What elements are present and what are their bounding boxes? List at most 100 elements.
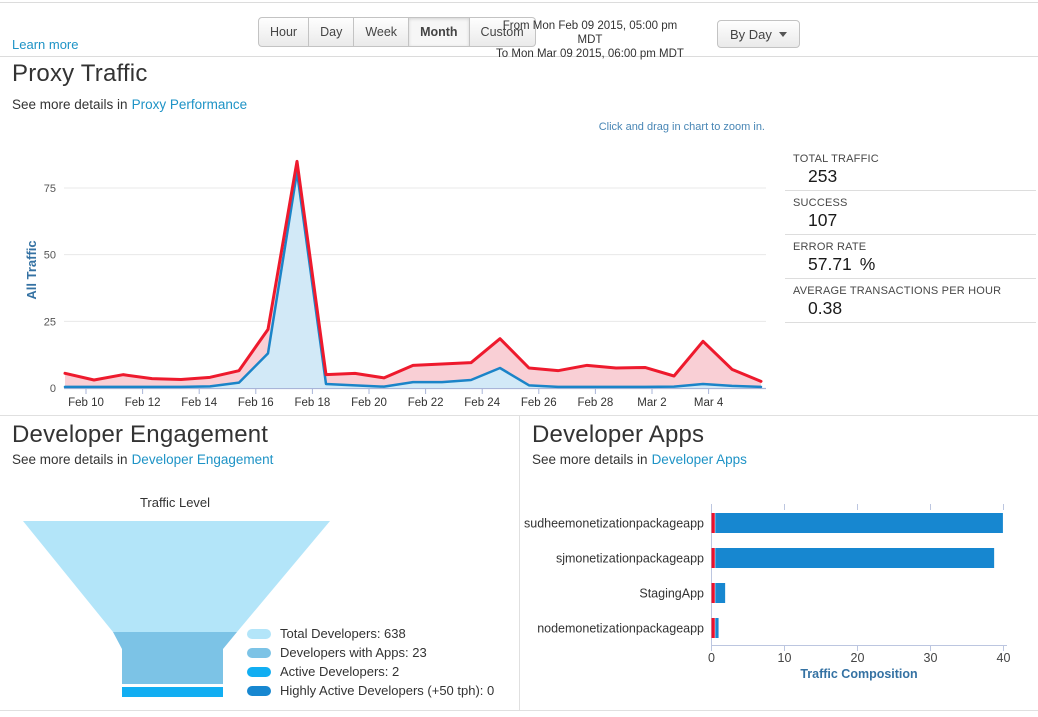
range-button-day[interactable]: Day — [309, 17, 354, 47]
stat-value: 107 — [785, 209, 1036, 235]
date-range-to: To Mon Mar 09 2015, 06:00 pm MDT — [494, 47, 686, 61]
bar-error-segment — [712, 513, 715, 533]
proxy-traffic-chart-svg: 0 25 50 75 Feb 10 Feb 12 Feb 14 Feb 16 Feb 18 Feb… — [0, 140, 775, 412]
bar-success-segment — [715, 513, 1003, 533]
bar-success-segment — [715, 548, 994, 568]
x-tick-label: Mar 4 — [694, 397, 724, 409]
stat-value: 253 — [785, 165, 1036, 191]
x-tick-label: Mar 2 — [637, 397, 666, 409]
date-range: From Mon Feb 09 2015, 05:00 pm MDT To Mo… — [494, 19, 686, 61]
funnel-title: Traffic Level — [0, 495, 350, 510]
stat-row: TOTAL TRAFFIC253 — [785, 153, 1036, 191]
stat-label: SUCCESS — [785, 197, 1036, 209]
stat-value: 57.71% — [785, 253, 1036, 279]
bar-error-segment — [712, 583, 715, 603]
date-range-from: From Mon Feb 09 2015, 05:00 pm MDT — [494, 19, 686, 47]
funnel-stage-active-developers — [122, 687, 223, 697]
legend-swatch — [247, 629, 271, 639]
x-tick-label: Feb 10 — [68, 397, 104, 409]
analytics-dashboard: Learn more HourDayWeekMonthCustom From M… — [0, 0, 1038, 717]
developer-apps-subtitle: See more details in Developer Apps — [532, 452, 747, 467]
stat-value-number: 57.71 — [808, 254, 852, 274]
bar-x-tick-label: 40 — [997, 651, 1011, 665]
x-tick-label: Feb 26 — [521, 397, 557, 409]
bar-error-segment — [712, 548, 715, 568]
stat-label: TOTAL TRAFFIC — [785, 153, 1036, 165]
y-axis-title: All Traffic — [24, 240, 39, 299]
x-tick-label: Feb 14 — [181, 397, 217, 409]
interval-dropdown-button[interactable]: By Day — [717, 20, 800, 48]
legend-label: Highly Active Developers (+50 tph): 0 — [280, 683, 494, 698]
stat-row: ERROR RATE57.71% — [785, 241, 1036, 279]
developer-apps-title: Developer Apps — [532, 421, 704, 449]
bottom-divider — [0, 710, 1038, 711]
chevron-down-icon — [779, 32, 787, 37]
learn-more-link[interactable]: Learn more — [12, 37, 78, 52]
x-tick-label: Feb 24 — [464, 397, 500, 409]
legend-item: Active Developers: 2 — [247, 662, 494, 681]
stat-value-number: 107 — [808, 210, 837, 230]
bar-error-segment — [712, 618, 715, 638]
legend-item: Total Developers: 638 — [247, 624, 494, 643]
proxy-performance-link[interactable]: Proxy Performance — [132, 97, 248, 112]
stat-label: ERROR RATE — [785, 241, 1036, 253]
bar-category-label: StagingApp — [639, 587, 704, 601]
stat-value-number: 0.38 — [808, 298, 842, 318]
chart-zoom-hint: Click and drag in chart to zoom in. — [590, 121, 765, 133]
x-tick-label: Feb 18 — [294, 397, 330, 409]
range-button-hour[interactable]: Hour — [258, 17, 309, 47]
developer-engagement-link[interactable]: Developer Engagement — [132, 452, 274, 467]
legend-label: Total Developers: 638 — [280, 626, 406, 641]
y-tick-label: 0 — [50, 383, 56, 395]
x-tick-label: Feb 20 — [351, 397, 387, 409]
legend-swatch — [247, 667, 271, 677]
traffic-stats-panel: TOTAL TRAFFIC253 SUCCESS107 ERROR RATE57.7… — [785, 153, 1036, 329]
y-tick-label: 25 — [44, 316, 56, 328]
legend-label: Active Developers: 2 — [280, 664, 399, 679]
stat-row: SUCCESS107 — [785, 197, 1036, 235]
legend-item: Developers with Apps: 23 — [247, 643, 494, 662]
bar-category-label: nodemonetizationpackageapp — [537, 622, 704, 636]
bar-category-label: sjmonetizationpackageapp — [556, 552, 704, 566]
range-button-month[interactable]: Month — [409, 17, 469, 47]
x-tick-label: Feb 28 — [577, 397, 613, 409]
bar-x-tick-label: 0 — [708, 651, 715, 665]
proxy-traffic-subtitle: See more details in Proxy Performance — [12, 97, 247, 112]
y-tick-label: 50 — [44, 250, 56, 262]
stat-value: 0.38 — [785, 297, 1036, 323]
bar-x-tick-label: 10 — [778, 651, 792, 665]
bar-x-tick-label: 30 — [924, 651, 938, 665]
legend-label: Developers with Apps: 23 — [280, 645, 427, 660]
x-tick-label: Feb 12 — [125, 397, 161, 409]
stat-label: AVERAGE TRANSACTIONS PER HOUR — [785, 285, 1036, 297]
success-area — [65, 172, 761, 388]
success-line — [65, 172, 761, 387]
subtitle-prefix: See more details in — [532, 452, 648, 467]
developer-engagement-title: Developer Engagement — [12, 421, 268, 449]
all-traffic-line — [65, 161, 761, 381]
bar-category-label: sudheemonetizationpackageapp — [524, 517, 704, 531]
y-tick-label: 75 — [44, 183, 56, 195]
bar-x-tick-label: 20 — [851, 651, 865, 665]
legend-swatch — [247, 686, 271, 696]
range-button-week[interactable]: Week — [354, 17, 409, 47]
proxy-traffic-title: Proxy Traffic — [12, 60, 148, 88]
stat-row: AVERAGE TRANSACTIONS PER HOUR0.38 — [785, 285, 1036, 323]
proxy-traffic-chart[interactable]: 0 25 50 75 Feb 10 Feb 12 Feb 14 Feb 16 Feb 18 Feb… — [0, 140, 775, 412]
x-tick-label: Feb 22 — [408, 397, 444, 409]
bar-success-segment — [715, 583, 725, 603]
header-bar: Learn more HourDayWeekMonthCustom From M… — [0, 3, 1038, 57]
legend-swatch — [247, 648, 271, 658]
funnel-stage-total-developers — [23, 521, 330, 632]
developer-apps-link[interactable]: Developer Apps — [652, 452, 747, 467]
subtitle-prefix: See more details in — [12, 452, 128, 467]
stat-value-unit: % — [860, 254, 876, 274]
interval-dropdown-label: By Day — [730, 27, 772, 42]
all-traffic-area — [65, 161, 761, 388]
bar-x-axis-title: Traffic Composition — [800, 667, 917, 681]
subtitle-prefix: See more details in — [12, 97, 128, 112]
developer-apps-svg: 0 10 20 30 40 sudheemonetizationpackageapp sjm… — [520, 498, 1038, 693]
x-tick-label: Feb 16 — [238, 397, 274, 409]
stat-value-number: 253 — [808, 166, 837, 186]
developer-apps-chart: 0 10 20 30 40 sudheemonetizationpackageapp sjm… — [520, 498, 1038, 693]
